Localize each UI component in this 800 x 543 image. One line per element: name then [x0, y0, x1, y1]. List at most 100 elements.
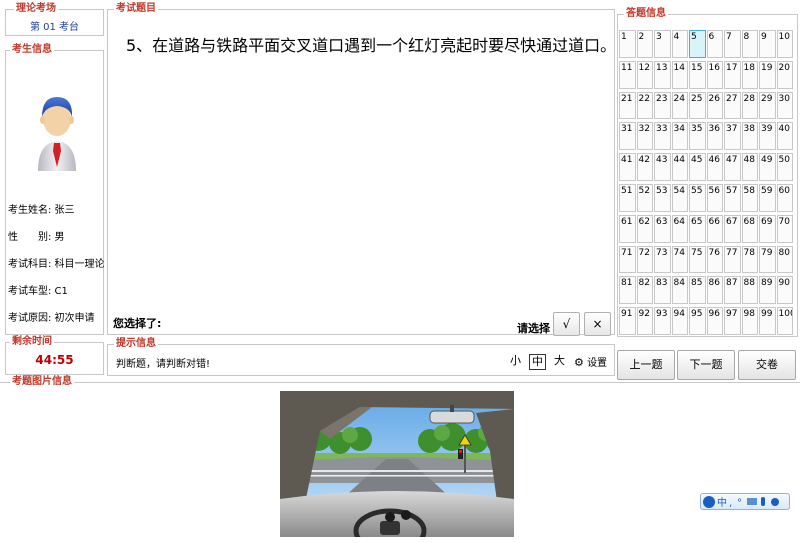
answer-cell-34[interactable]: 34: [671, 122, 688, 151]
answer-cell-62[interactable]: 62: [636, 214, 653, 243]
answer-cell-31[interactable]: 31: [619, 122, 636, 151]
answer-cell-71[interactable]: 71: [619, 245, 636, 274]
answer-cell-55[interactable]: 55: [689, 183, 706, 212]
answer-cell-79[interactable]: 79: [759, 245, 776, 274]
answer-cell-60[interactable]: 60: [776, 183, 793, 212]
answer-cell-35[interactable]: 35: [689, 122, 706, 151]
ime-toolbar[interactable]: 中 , °: [700, 493, 790, 510]
answer-cell-96[interactable]: 96: [706, 307, 723, 335]
answer-cell-99[interactable]: 99: [759, 307, 776, 335]
answer-cell-56[interactable]: 56: [706, 183, 723, 212]
answer-cell-42[interactable]: 42: [636, 153, 653, 181]
answer-cell-10[interactable]: 10: [776, 30, 793, 58]
answer-cell-41[interactable]: 41: [619, 153, 636, 181]
font-medium-button[interactable]: 中: [529, 354, 546, 370]
answer-cell-28[interactable]: 28: [741, 91, 758, 120]
answer-cell-100[interactable]: 100: [776, 307, 793, 335]
true-button[interactable]: √: [553, 312, 580, 336]
settings-button[interactable]: ⚙ 设置: [574, 354, 607, 369]
answer-cell-13[interactable]: 13: [654, 60, 671, 89]
answer-cell-59[interactable]: 59: [759, 183, 776, 212]
answer-cell-7[interactable]: 7: [724, 30, 741, 58]
answer-cell-69[interactable]: 69: [759, 214, 776, 243]
answer-cell-58[interactable]: 58: [741, 183, 758, 212]
answer-cell-15[interactable]: 15: [689, 60, 706, 89]
answer-cell-39[interactable]: 39: [759, 122, 776, 151]
answer-cell-17[interactable]: 17: [724, 60, 741, 89]
answer-cell-5[interactable]: 5: [689, 30, 706, 58]
answer-cell-4[interactable]: 4: [671, 30, 688, 58]
answer-cell-63[interactable]: 63: [654, 214, 671, 243]
answer-cell-76[interactable]: 76: [706, 245, 723, 274]
answer-cell-77[interactable]: 77: [724, 245, 741, 274]
answer-cell-27[interactable]: 27: [724, 91, 741, 120]
answer-cell-2[interactable]: 2: [636, 30, 653, 58]
answer-cell-73[interactable]: 73: [654, 245, 671, 274]
answer-cell-95[interactable]: 95: [689, 307, 706, 335]
answer-cell-53[interactable]: 53: [654, 183, 671, 212]
answer-cell-36[interactable]: 36: [706, 122, 723, 151]
answer-cell-51[interactable]: 51: [619, 183, 636, 212]
answer-cell-84[interactable]: 84: [671, 276, 688, 305]
answer-cell-18[interactable]: 18: [741, 60, 758, 89]
answer-cell-3[interactable]: 3: [654, 30, 671, 58]
answer-cell-23[interactable]: 23: [654, 91, 671, 120]
answer-cell-12[interactable]: 12: [636, 60, 653, 89]
answer-cell-75[interactable]: 75: [689, 245, 706, 274]
font-large-button[interactable]: 大: [554, 354, 565, 368]
answer-cell-97[interactable]: 97: [724, 307, 741, 335]
answer-cell-65[interactable]: 65: [689, 214, 706, 243]
answer-cell-85[interactable]: 85: [689, 276, 706, 305]
answer-cell-67[interactable]: 67: [724, 214, 741, 243]
answer-cell-21[interactable]: 21: [619, 91, 636, 120]
answer-cell-32[interactable]: 32: [636, 122, 653, 151]
answer-cell-64[interactable]: 64: [671, 214, 688, 243]
answer-cell-88[interactable]: 88: [741, 276, 758, 305]
answer-cell-54[interactable]: 54: [671, 183, 688, 212]
answer-cell-46[interactable]: 46: [706, 153, 723, 181]
answer-cell-94[interactable]: 94: [671, 307, 688, 335]
answer-cell-11[interactable]: 11: [619, 60, 636, 89]
answer-cell-48[interactable]: 48: [741, 153, 758, 181]
answer-cell-86[interactable]: 86: [706, 276, 723, 305]
answer-cell-33[interactable]: 33: [654, 122, 671, 151]
answer-cell-83[interactable]: 83: [654, 276, 671, 305]
answer-cell-57[interactable]: 57: [724, 183, 741, 212]
answer-cell-72[interactable]: 72: [636, 245, 653, 274]
answer-cell-20[interactable]: 20: [776, 60, 793, 89]
answer-cell-45[interactable]: 45: [689, 153, 706, 181]
answer-cell-29[interactable]: 29: [759, 91, 776, 120]
answer-cell-26[interactable]: 26: [706, 91, 723, 120]
answer-cell-50[interactable]: 50: [776, 153, 793, 181]
answer-cell-80[interactable]: 80: [776, 245, 793, 274]
answer-cell-47[interactable]: 47: [724, 153, 741, 181]
answer-cell-78[interactable]: 78: [741, 245, 758, 274]
answer-cell-43[interactable]: 43: [654, 153, 671, 181]
answer-cell-9[interactable]: 9: [759, 30, 776, 58]
answer-cell-14[interactable]: 14: [671, 60, 688, 89]
answer-cell-81[interactable]: 81: [619, 276, 636, 305]
font-small-button[interactable]: 小: [510, 354, 521, 368]
answer-cell-25[interactable]: 25: [689, 91, 706, 120]
answer-cell-30[interactable]: 30: [776, 91, 793, 120]
answer-cell-22[interactable]: 22: [636, 91, 653, 120]
answer-cell-40[interactable]: 40: [776, 122, 793, 151]
answer-cell-82[interactable]: 82: [636, 276, 653, 305]
false-button[interactable]: ×: [584, 312, 611, 336]
answer-cell-38[interactable]: 38: [741, 122, 758, 151]
prev-question-button[interactable]: 上一题: [617, 350, 675, 380]
answer-cell-24[interactable]: 24: [671, 91, 688, 120]
answer-cell-90[interactable]: 90: [776, 276, 793, 305]
answer-cell-87[interactable]: 87: [724, 276, 741, 305]
answer-cell-89[interactable]: 89: [759, 276, 776, 305]
answer-cell-91[interactable]: 91: [619, 307, 636, 335]
answer-cell-44[interactable]: 44: [671, 153, 688, 181]
answer-cell-74[interactable]: 74: [671, 245, 688, 274]
answer-cell-66[interactable]: 66: [706, 214, 723, 243]
submit-exam-button[interactable]: 交卷: [738, 350, 796, 380]
answer-cell-8[interactable]: 8: [741, 30, 758, 58]
answer-cell-98[interactable]: 98: [741, 307, 758, 335]
answer-cell-92[interactable]: 92: [636, 307, 653, 335]
answer-cell-61[interactable]: 61: [619, 214, 636, 243]
answer-cell-52[interactable]: 52: [636, 183, 653, 212]
